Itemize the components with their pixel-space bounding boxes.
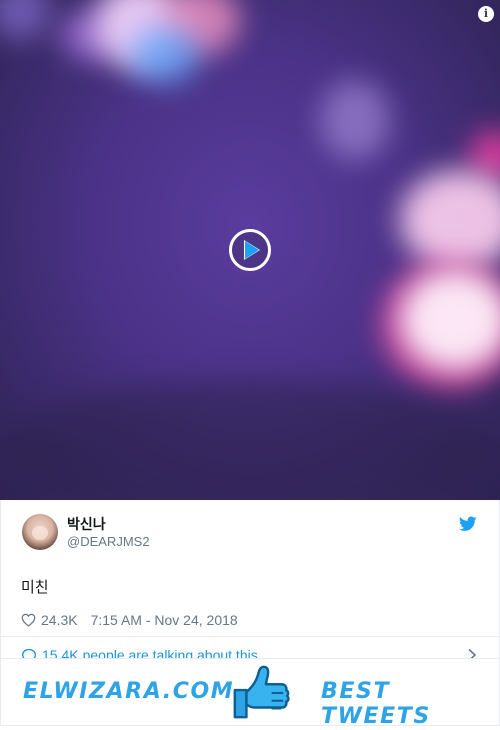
twitter-bird-icon[interactable] [459, 516, 477, 532]
avatar[interactable] [22, 514, 58, 550]
bokeh-light [400, 170, 500, 270]
bokeh-light [130, 25, 200, 85]
tweet-text: 미친 [21, 578, 49, 596]
bokeh-light [400, 270, 500, 370]
play-triangle-accent [245, 241, 259, 259]
author-name[interactable]: 박신나 [67, 514, 106, 534]
tweet-meta: 24.3K 7:15 AM - Nov 24, 2018 [1, 604, 499, 636]
thumbs-up-icon [233, 665, 290, 719]
like-count[interactable]: 24.3K [41, 612, 78, 628]
play-icon[interactable] [229, 229, 271, 271]
heart-icon[interactable] [21, 613, 36, 627]
banner-tagline[interactable]: BEST TWEETS [321, 679, 499, 729]
site-name[interactable]: ELWIZARA.COM [23, 679, 234, 704]
dark-vignette [0, 380, 500, 500]
tweet-timestamp[interactable]: 7:15 AM - Nov 24, 2018 [91, 612, 238, 628]
tweet-author[interactable]: 박신나 @DEARJMS2 [1, 500, 499, 574]
tweet-card: 박신나 @DEARJMS2 미친 24.3K 7:15 AM - Nov 24,… [0, 500, 500, 674]
bokeh-light [320, 80, 390, 160]
bokeh-light [0, 0, 50, 40]
author-handle[interactable]: @DEARJMS2 [67, 534, 150, 549]
tweet-video[interactable]: i [0, 0, 500, 500]
info-icon[interactable]: i [478, 6, 494, 22]
promo-banner[interactable]: ELWIZARA.COM BEST TWEETS [0, 658, 500, 729]
